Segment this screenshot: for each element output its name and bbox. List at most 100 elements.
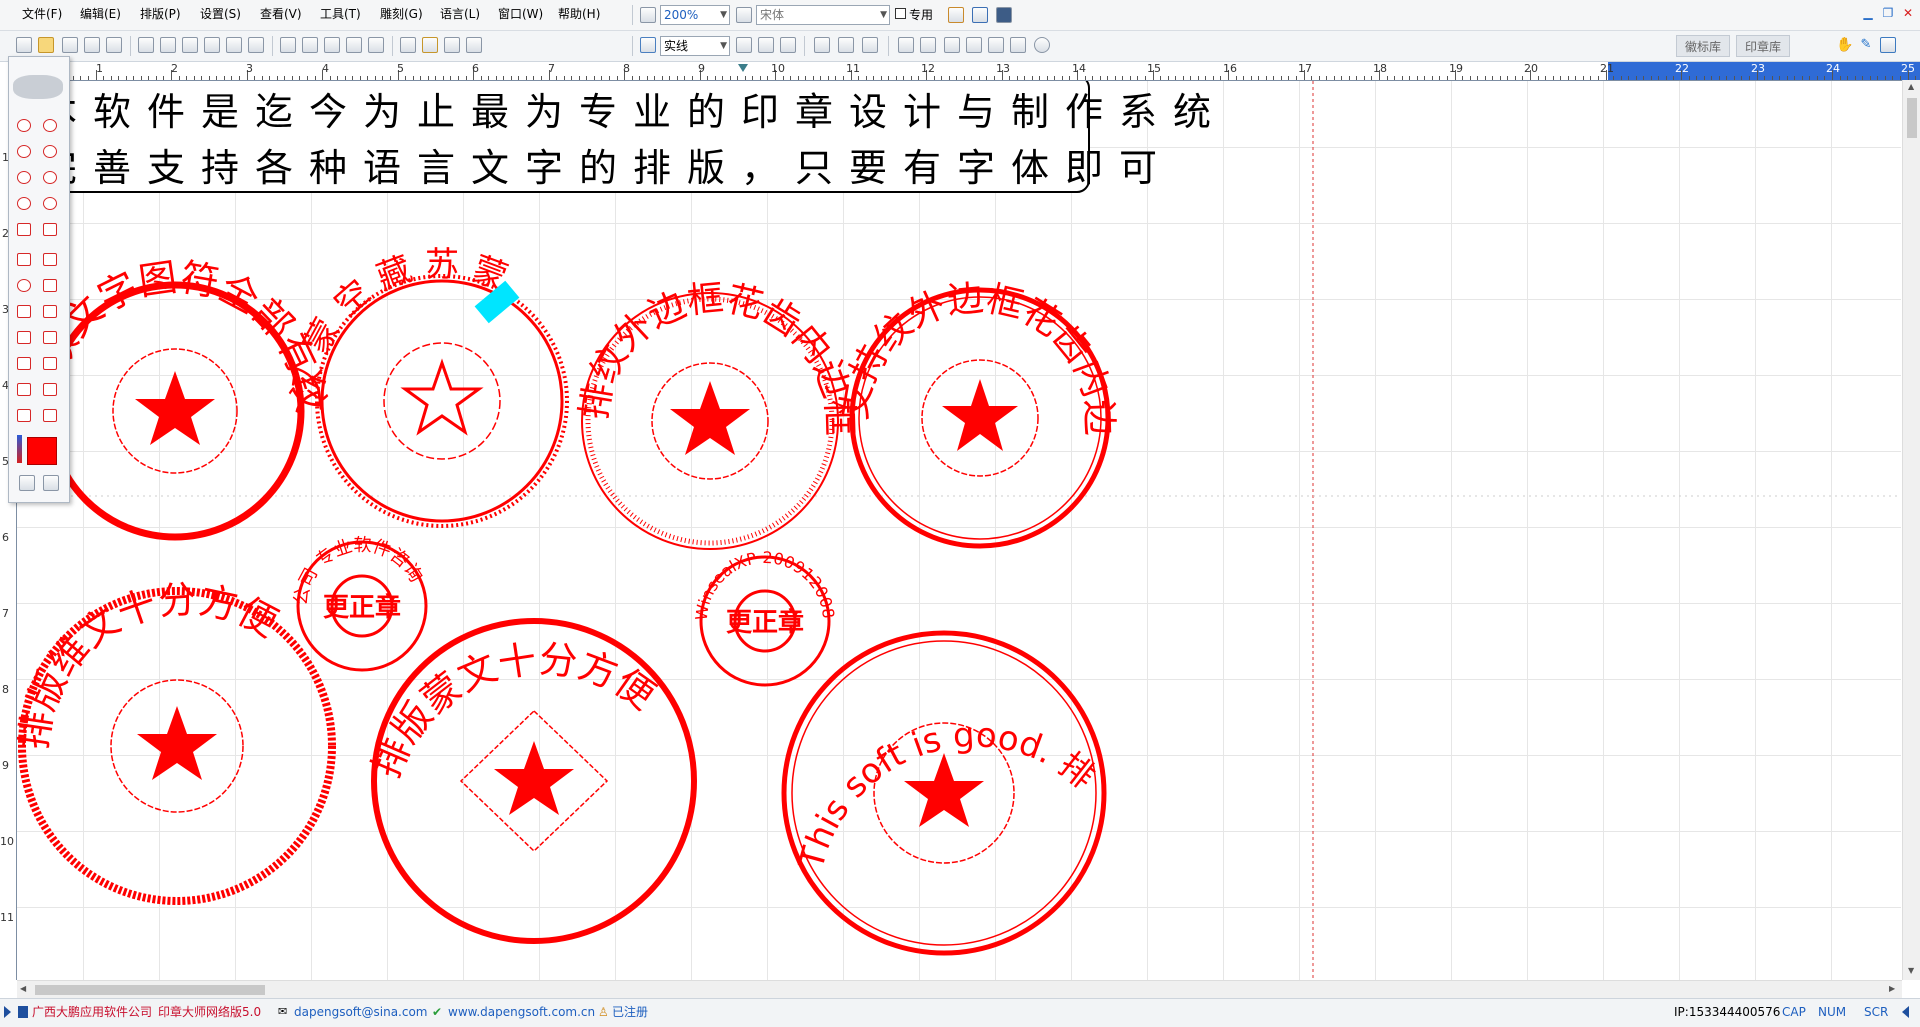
engrave-icon[interactable] <box>466 37 482 53</box>
zoom-icon[interactable] <box>640 7 656 23</box>
ruler-tool-icon[interactable] <box>17 409 31 422</box>
refresh-icon[interactable] <box>43 475 59 491</box>
font-icon[interactable] <box>736 7 752 23</box>
layout-cols-icon[interactable] <box>17 331 31 344</box>
grid-icon[interactable] <box>17 223 31 236</box>
rect-seal-icon[interactable] <box>43 253 57 266</box>
word-icon[interactable] <box>736 37 752 53</box>
scroll-up-icon[interactable]: ▲ <box>1908 82 1914 91</box>
ellipse-icon[interactable] <box>17 171 31 184</box>
layer-down-icon[interactable] <box>1010 37 1026 53</box>
menu-help[interactable]: 帮助(H) <box>558 6 600 22</box>
close-icon[interactable]: ✕ <box>1900 5 1916 21</box>
pen-icon[interactable]: ✎ <box>1858 37 1874 53</box>
eye-shape-icon[interactable] <box>17 279 31 292</box>
layout-rows-icon[interactable] <box>17 357 31 370</box>
paste-icon[interactable] <box>226 37 242 53</box>
ellipse-4-icon[interactable] <box>43 197 57 210</box>
status-registered[interactable]: 已注册 <box>612 1004 648 1020</box>
line-style-combo[interactable]: 实线 ▼ <box>660 36 730 56</box>
vertical-scroll-thumb[interactable] <box>1907 98 1917 138</box>
print-icon[interactable] <box>106 37 122 53</box>
cut-icon[interactable] <box>182 37 198 53</box>
layout-grid-2-icon[interactable] <box>43 305 57 318</box>
group-icon[interactable] <box>898 37 914 53</box>
oval-seal-icon[interactable] <box>17 145 31 158</box>
status-email[interactable]: dapengsoft@sina.com <box>294 1004 428 1020</box>
menu-language[interactable]: 语言(L) <box>440 6 480 22</box>
save-icon[interactable] <box>62 37 78 53</box>
tab-logo-library[interactable]: 徽标库 <box>1676 35 1731 57</box>
keyboard-icon[interactable] <box>19 475 35 491</box>
status-company[interactable]: 广西大鹏应用软件公司 <box>32 1004 152 1020</box>
align-center-icon[interactable] <box>302 37 318 53</box>
align-top-icon[interactable] <box>346 37 362 53</box>
design-canvas[interactable]: 本软件是迄今为止最为专业的印章设计与制作系统 完善支持各种语言文字的排版，只要有… <box>17 81 1901 980</box>
monitor-icon[interactable] <box>996 7 1012 23</box>
scroll-left-icon[interactable]: ◀ <box>20 984 26 993</box>
open-icon[interactable] <box>38 37 54 53</box>
seal-9[interactable]: This soft is good. 排版藏文英文中文 <box>17 81 1107 956</box>
seal-8[interactable]: 排版蒙文十分方便 <box>364 618 697 944</box>
frame-icon[interactable] <box>780 37 796 53</box>
menu-layout[interactable]: 排版(P) <box>140 6 181 22</box>
horizontal-scrollbar[interactable]: ◀ ▶ <box>17 980 1902 999</box>
seal-5[interactable]: 更正章 公司 专业软件咨询 <box>290 535 428 672</box>
stamp-icon[interactable] <box>422 37 438 53</box>
restore-icon[interactable]: ❐ <box>1880 5 1896 21</box>
undo-icon[interactable] <box>138 37 154 53</box>
menu-settings[interactable]: 设置(S) <box>200 6 241 22</box>
ellipse-3-icon[interactable] <box>17 197 31 210</box>
print-preview-icon[interactable] <box>84 37 100 53</box>
layout-cols-2-icon[interactable] <box>43 331 57 344</box>
camera-icon[interactable] <box>444 37 460 53</box>
tab-seal-library[interactable]: 印章库 <box>1736 35 1791 57</box>
bring-front-icon[interactable] <box>944 37 960 53</box>
ungroup-icon[interactable] <box>920 37 936 53</box>
scan-icon[interactable] <box>400 37 416 53</box>
delete-icon[interactable] <box>248 37 264 53</box>
menu-view[interactable]: 查看(V) <box>260 6 302 22</box>
minimize-icon[interactable]: ▁ <box>1860 5 1876 21</box>
round-seal-icon[interactable] <box>43 119 57 132</box>
status-website[interactable]: www.dapengsoft.com.cn <box>448 1004 595 1020</box>
scroll-right-icon[interactable]: ▶ <box>1889 984 1895 993</box>
zoom-combo[interactable]: 200% ▼ <box>660 5 730 25</box>
layout-grid-icon[interactable] <box>17 305 31 318</box>
barcode-icon[interactable] <box>43 223 57 236</box>
square-seal-icon[interactable] <box>17 253 31 266</box>
round-seal-star-icon[interactable] <box>17 119 31 132</box>
chart-icon[interactable] <box>1034 37 1050 53</box>
hand-icon[interactable]: ✋ <box>1836 37 1853 53</box>
diamond-icon[interactable] <box>814 37 830 53</box>
oval-seal-2-icon[interactable] <box>43 145 57 158</box>
ruler-tool-2-icon[interactable] <box>43 409 57 422</box>
rotate-icon[interactable] <box>838 37 854 53</box>
status-product[interactable]: 印章大师网络版5.0 <box>158 1004 261 1020</box>
vertical-scrollbar[interactable]: ▲ ▼ <box>1902 80 1920 980</box>
home-icon[interactable] <box>948 7 964 23</box>
mirror-icon[interactable] <box>862 37 878 53</box>
layout-split-2-icon[interactable] <box>43 383 57 396</box>
color-gradient-swatch[interactable] <box>17 435 22 463</box>
ruler-indent-marker[interactable] <box>738 64 748 72</box>
dedicated-checkbox[interactable] <box>895 8 906 19</box>
ellipse-2-icon[interactable] <box>43 171 57 184</box>
menu-file[interactable]: 文件(F) <box>22 6 62 22</box>
eye-icon[interactable] <box>13 75 63 99</box>
fill-color-swatch[interactable] <box>27 437 57 465</box>
layout-rows-2-icon[interactable] <box>43 357 57 370</box>
triangle-icon[interactable] <box>43 279 57 292</box>
fit-icon[interactable] <box>1880 37 1896 53</box>
align-left-icon[interactable] <box>280 37 296 53</box>
line-style-icon[interactable] <box>640 37 656 53</box>
scroll-down-icon[interactable]: ▼ <box>1908 966 1914 975</box>
align-right-icon[interactable] <box>324 37 340 53</box>
layer-up-icon[interactable] <box>988 37 1004 53</box>
layout-split-icon[interactable] <box>17 383 31 396</box>
seal-3[interactable]: 排纹外边框花齿内边框 <box>574 278 859 550</box>
book-icon[interactable] <box>972 7 988 23</box>
menu-tools[interactable]: 工具(T) <box>320 6 361 22</box>
menu-window[interactable]: 窗口(W) <box>498 6 543 22</box>
align-bottom-icon[interactable] <box>368 37 384 53</box>
